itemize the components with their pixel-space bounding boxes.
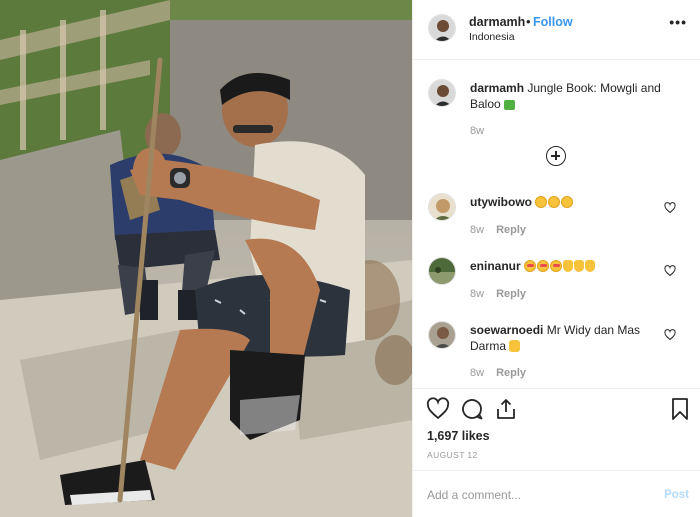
- star-struck-emoji-icon: [550, 260, 563, 272]
- commenter-username[interactable]: soewarnoedi: [470, 323, 543, 337]
- comment-bubble-icon[interactable]: [460, 397, 484, 421]
- comment-time[interactable]: 8w: [470, 224, 484, 236]
- post-photo[interactable]: [0, 0, 412, 517]
- post-date[interactable]: AUGUST 12: [427, 450, 478, 460]
- load-more-comments-icon[interactable]: [546, 146, 566, 166]
- caption-avatar[interactable]: [428, 79, 456, 107]
- comment-meta: 8w Reply: [470, 224, 526, 236]
- post-comment-button[interactable]: Post: [664, 489, 689, 501]
- comment-text: soewarnoedi Mr Widy dan Mas Darma: [470, 322, 670, 354]
- add-comment-bar: Add a comment... Post: [413, 470, 700, 517]
- bookmark-icon[interactable]: [668, 397, 692, 421]
- thumbs-up-emoji-icon: [574, 260, 585, 272]
- comment-meta: 8w Reply: [470, 367, 526, 379]
- reply-button[interactable]: Reply: [496, 367, 526, 379]
- comment-meta: 8w Reply: [470, 288, 526, 300]
- smiley-emoji-icon: [561, 196, 574, 208]
- caption-username[interactable]: darmamh: [470, 81, 524, 95]
- comment-input[interactable]: Add a comment...: [427, 488, 521, 502]
- book-emoji-icon: [504, 100, 516, 110]
- flexed-biceps-emoji-icon: [509, 340, 521, 352]
- follow-button[interactable]: Follow: [533, 15, 573, 29]
- thumbs-up-emoji-icon: [563, 260, 574, 272]
- author-avatar[interactable]: [428, 14, 456, 42]
- comment-time[interactable]: 8w: [470, 288, 484, 300]
- caption-text: darmamh Jungle Book: Mowgli and Baloo: [470, 80, 680, 112]
- commenter-username[interactable]: eninanur: [470, 259, 521, 273]
- like-comment-icon[interactable]: [664, 329, 676, 341]
- post-image: [0, 0, 412, 517]
- star-struck-emoji-icon: [537, 260, 550, 272]
- like-heart-icon[interactable]: [426, 397, 450, 421]
- comment-text: utywibowo ♥: [470, 194, 670, 210]
- reply-button[interactable]: Reply: [496, 224, 526, 236]
- actions-divider: [413, 388, 700, 389]
- post-details-panel: darmamh • Follow Indonesia ••• darmamh J…: [412, 0, 700, 517]
- like-count[interactable]: 1,697 likes: [427, 429, 490, 443]
- share-icon[interactable]: [494, 397, 518, 421]
- star-struck-emoji-icon: [524, 260, 537, 272]
- commenter-avatar[interactable]: [428, 257, 456, 285]
- separator-dot: •: [526, 14, 531, 29]
- like-comment-icon[interactable]: [664, 202, 676, 214]
- post-location[interactable]: Indonesia: [469, 31, 515, 43]
- post-header: darmamh • Follow Indonesia •••: [413, 0, 700, 60]
- comment-time[interactable]: 8w: [470, 367, 484, 379]
- author-username[interactable]: darmamh: [469, 15, 525, 29]
- smiley-emoji-icon: [535, 196, 548, 208]
- more-options-icon[interactable]: •••: [669, 14, 687, 30]
- caption-time[interactable]: 8w: [470, 125, 484, 137]
- like-comment-icon[interactable]: [664, 265, 676, 277]
- thumbs-up-emoji-icon: [585, 260, 596, 272]
- commenter-username[interactable]: utywibowo: [470, 195, 532, 209]
- comment-text: eninanur: [470, 258, 670, 274]
- reply-button[interactable]: Reply: [496, 288, 526, 300]
- smiley-emoji-icon: [548, 196, 561, 208]
- commenter-avatar[interactable]: [428, 321, 456, 349]
- commenter-avatar[interactable]: [428, 193, 456, 221]
